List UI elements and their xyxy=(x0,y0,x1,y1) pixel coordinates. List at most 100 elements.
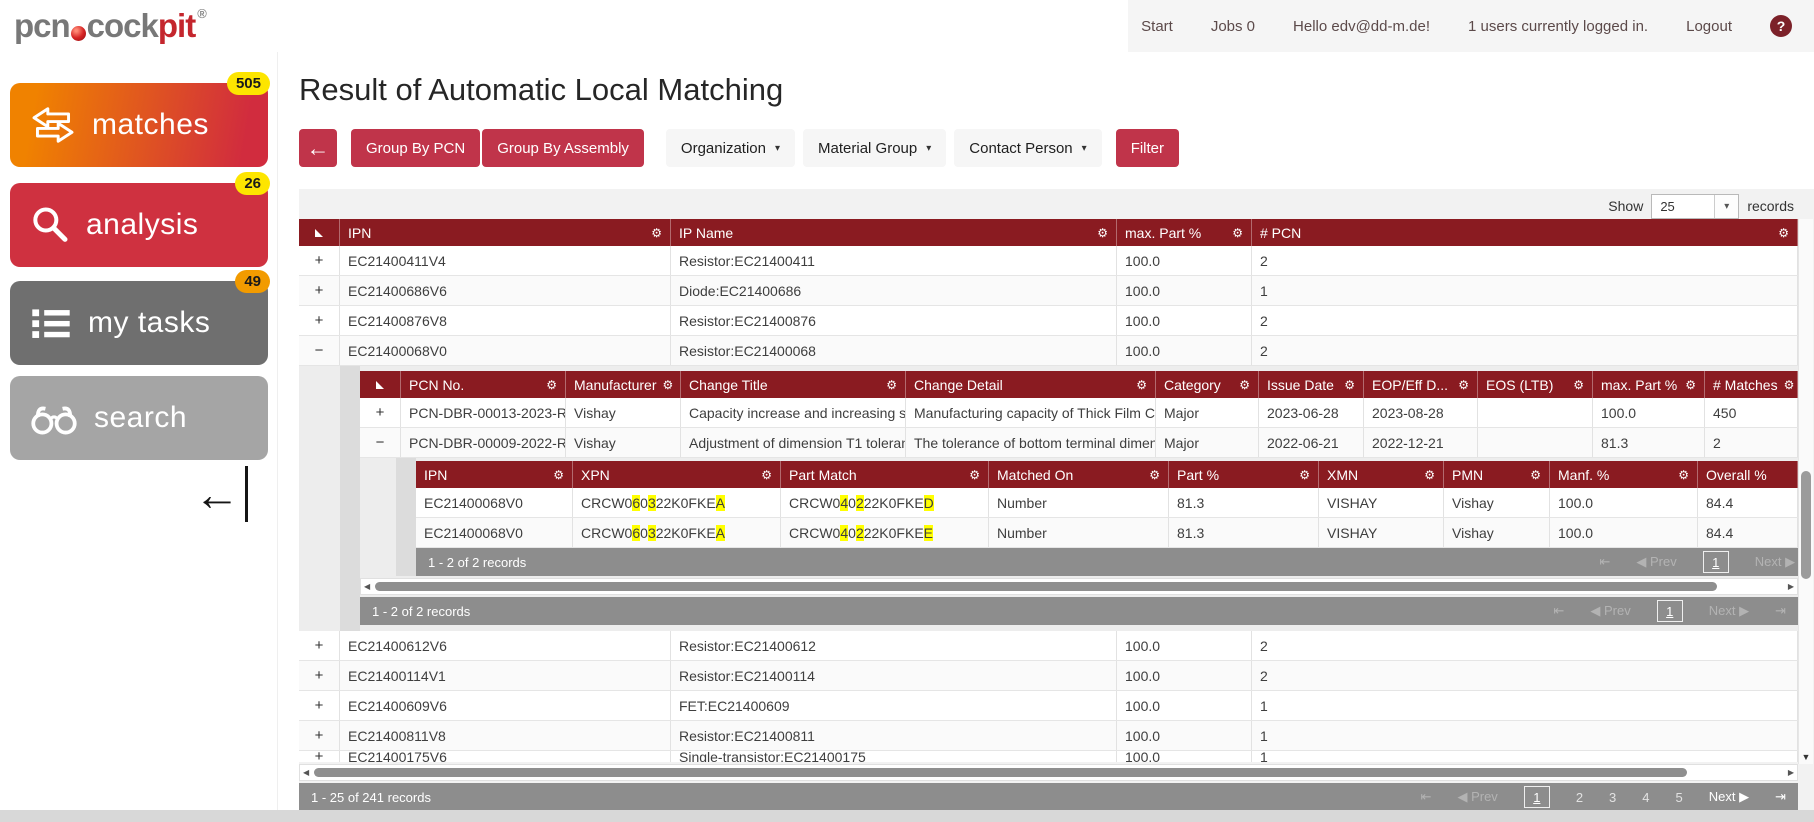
col-header-manufacturer[interactable]: Manufacturer ⚙ xyxy=(566,371,681,398)
col-header-part-match[interactable]: Part Match ⚙ xyxy=(781,461,989,488)
help-icon[interactable]: ? xyxy=(1770,15,1792,37)
col-header-overall-pct[interactable]: Overall % xyxy=(1698,461,1798,488)
row-expander[interactable]: + xyxy=(299,721,340,750)
first-page-button[interactable]: ⇤ xyxy=(1421,789,1432,805)
col-header-xmn[interactable]: XMN ⚙ xyxy=(1319,461,1444,488)
gear-icon[interactable]: ⚙ xyxy=(651,226,662,240)
gear-icon[interactable]: ⚙ xyxy=(1136,378,1147,392)
col-header-eos[interactable]: EOS (LTB) ⚙ xyxy=(1478,371,1593,398)
gear-icon[interactable]: ⚙ xyxy=(761,468,772,482)
col-header-change-title[interactable]: Change Title ⚙ xyxy=(681,371,906,398)
sidebar-item-search[interactable]: search xyxy=(10,376,268,460)
back-button[interactable]: ← xyxy=(299,129,337,167)
gear-icon[interactable]: ⚙ xyxy=(1784,378,1795,392)
col-header-manf-pct[interactable]: Manf. % ⚙ xyxy=(1550,461,1698,488)
row-expander[interactable]: + xyxy=(299,246,340,275)
col-header-xpn[interactable]: XPN ⚙ xyxy=(573,461,781,488)
vertical-scrollbar[interactable]: ▼ xyxy=(1798,219,1813,764)
filter-button[interactable]: Filter xyxy=(1115,129,1180,167)
row-expander[interactable]: + xyxy=(299,631,340,660)
page-4-button[interactable]: 4 xyxy=(1642,790,1649,805)
last-page-button[interactable]: ⇥ xyxy=(1775,789,1786,805)
gear-icon[interactable]: ⚙ xyxy=(969,468,980,482)
scrollbar-thumb[interactable] xyxy=(375,582,1717,591)
match-table-row[interactable]: EC21400068V0 CRCW0 6 0 3 22K0FKE A CRCW0 4 0 2 22… xyxy=(416,518,1798,548)
organization-dropdown[interactable]: Organization ▾ xyxy=(665,129,796,167)
table-row[interactable]: − EC21400068V0 Resistor:EC21400068 100.0… xyxy=(299,336,1798,366)
match-table-row[interactable]: EC21400068V0 CRCW0 6 0 3 22K0FKE A CRCW0 4 0 2 22… xyxy=(416,488,1798,518)
collapse-all-header[interactable] xyxy=(299,219,340,246)
gear-icon[interactable]: ⚙ xyxy=(1685,378,1696,392)
col-header-matched-on[interactable]: Matched On ⚙ xyxy=(989,461,1169,488)
scroll-right-icon[interactable]: ▶ xyxy=(1788,579,1794,594)
contact-person-dropdown[interactable]: Contact Person ▾ xyxy=(954,129,1102,167)
nav-start[interactable]: Start xyxy=(1141,18,1173,35)
table-row[interactable]: + EC21400175V6 Single-transistor:EC21400… xyxy=(299,751,1798,762)
col-header-eop[interactable]: EOP/Eff D... ⚙ xyxy=(1364,371,1478,398)
gear-icon[interactable]: ⚙ xyxy=(1573,378,1584,392)
page-3-button[interactable]: 3 xyxy=(1609,790,1616,805)
page-1-button[interactable]: 1 xyxy=(1656,600,1683,622)
row-expander[interactable]: + xyxy=(299,276,340,305)
scroll-left-icon[interactable]: ◀ xyxy=(364,579,370,594)
gear-icon[interactable]: ⚙ xyxy=(1530,468,1541,482)
col-header-ip-name[interactable]: IP Name ⚙ xyxy=(671,219,1117,246)
table-row[interactable]: + EC21400114V1 Resistor:EC21400114 100.0… xyxy=(299,661,1798,691)
gear-icon[interactable]: ⚙ xyxy=(662,378,673,392)
gear-icon[interactable]: ⚙ xyxy=(1424,468,1435,482)
row-expander[interactable]: + xyxy=(299,306,340,335)
sidebar-collapse-control[interactable]: ← xyxy=(194,466,248,522)
col-header-issue-date[interactable]: Issue Date ⚙ xyxy=(1259,371,1364,398)
table-row[interactable]: + EC21400612V6 Resistor:EC21400612 100.0… xyxy=(299,631,1798,661)
nav-logout[interactable]: Logout xyxy=(1686,18,1732,35)
gear-icon[interactable]: ⚙ xyxy=(1149,468,1160,482)
table-row[interactable]: + EC21400686V6 Diode:EC21400686 100.0 1 xyxy=(299,276,1798,306)
scroll-left-icon[interactable]: ◀ xyxy=(303,765,309,780)
last-page-button[interactable]: ⇥ xyxy=(1775,603,1786,619)
group-by-pcn-button[interactable]: Group By PCN xyxy=(351,129,481,167)
prev-page-button[interactable]: ◀ Prev xyxy=(1590,603,1630,619)
gear-icon[interactable]: ⚙ xyxy=(1299,468,1310,482)
page-1-button[interactable]: 1 xyxy=(1523,786,1550,808)
col-header-pcn-no[interactable]: PCN No. ⚙ xyxy=(401,371,566,398)
gear-icon[interactable]: ⚙ xyxy=(1097,226,1108,240)
page-5-button[interactable]: 5 xyxy=(1676,790,1683,805)
pcn-table-row[interactable]: + PCN-DBR-00013-2023-REV-0 Vishay Capaci… xyxy=(360,398,1798,428)
page-size-select[interactable]: 25 ▾ xyxy=(1651,193,1740,219)
sidebar-item-my-tasks[interactable]: my tasks 49 xyxy=(10,270,270,365)
gear-icon[interactable]: ⚙ xyxy=(1678,468,1689,482)
col-header-max-part[interactable]: max. Part % ⚙ xyxy=(1593,371,1705,398)
collapse-all-header[interactable] xyxy=(360,371,401,398)
next-page-button[interactable]: Next ▶ xyxy=(1755,554,1795,570)
table-row[interactable]: + EC21400411V4 Resistor:EC21400411 100.0… xyxy=(299,246,1798,276)
row-expander[interactable]: + xyxy=(299,691,340,720)
col-header-part-pct[interactable]: Part % ⚙ xyxy=(1169,461,1319,488)
page-1-button[interactable]: 1 xyxy=(1702,551,1729,573)
gear-icon[interactable]: ⚙ xyxy=(1778,226,1789,240)
first-page-button[interactable]: ⇤ xyxy=(1600,554,1611,570)
col-header-num-pcn[interactable]: # PCN ⚙ xyxy=(1252,219,1798,246)
gear-icon[interactable]: ⚙ xyxy=(1458,378,1469,392)
scroll-down-icon[interactable]: ▼ xyxy=(1799,752,1813,762)
page-2-button[interactable]: 2 xyxy=(1576,790,1583,805)
row-expander[interactable]: − xyxy=(299,336,340,365)
gear-icon[interactable]: ⚙ xyxy=(1232,226,1243,240)
table-row[interactable]: + EC21400811V8 Resistor:EC21400811 100.0… xyxy=(299,721,1798,751)
col-header-num-matches[interactable]: # Matches ⚙ xyxy=(1705,371,1798,398)
gear-icon[interactable]: ⚙ xyxy=(1239,378,1250,392)
material-group-dropdown[interactable]: Material Group ▾ xyxy=(803,129,947,167)
prev-page-button[interactable]: ◀ Prev xyxy=(1636,554,1676,570)
table-row[interactable]: + EC21400609V6 FET:EC21400609 100.0 1 xyxy=(299,691,1798,721)
next-page-button[interactable]: Next ▶ xyxy=(1709,789,1749,805)
gear-icon[interactable]: ⚙ xyxy=(1344,378,1355,392)
gear-icon[interactable]: ⚙ xyxy=(546,378,557,392)
row-expander[interactable]: + xyxy=(299,751,340,762)
main-horizontal-scrollbar[interactable]: ◀ ▶ xyxy=(299,764,1798,781)
col-header-category[interactable]: Category ⚙ xyxy=(1156,371,1259,398)
sidebar-item-analysis[interactable]: analysis 26 xyxy=(10,172,270,267)
nav-jobs[interactable]: Jobs 0 xyxy=(1211,18,1255,35)
row-expander[interactable]: − xyxy=(360,428,401,457)
gear-icon[interactable]: ⚙ xyxy=(886,378,897,392)
sidebar-item-matches[interactable]: matches 505 xyxy=(10,72,270,167)
col-header-ipn[interactable]: IPN ⚙ xyxy=(416,461,573,488)
